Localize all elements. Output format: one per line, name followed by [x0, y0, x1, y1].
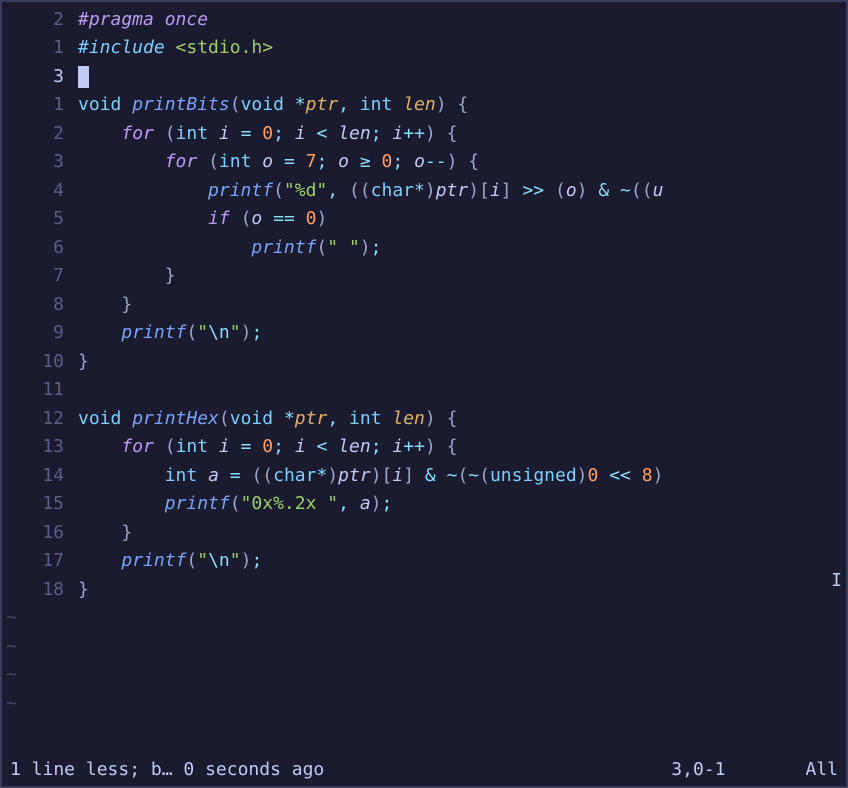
code-line[interactable]: 16 }: [2, 519, 846, 548]
line-number: 6: [2, 234, 78, 263]
code-content[interactable]: for (int i = 0; i < len; i++) {: [78, 433, 846, 462]
code-line[interactable]: 1#include <stdio.h>: [2, 35, 846, 64]
line-number: 9: [2, 319, 78, 348]
code-line[interactable]: 14 int a = ((char*)ptr)[i] & ~(~(unsigne…: [2, 462, 846, 491]
line-number: 2: [2, 6, 78, 35]
code-line[interactable]: 8 }: [2, 291, 846, 320]
code-content[interactable]: int a = ((char*)ptr)[i] & ~(~(unsigned)0…: [78, 462, 846, 491]
line-number: 1: [2, 91, 78, 120]
code-line[interactable]: 17 printf("\n");: [2, 548, 846, 577]
line-number: 3: [2, 63, 78, 92]
code-content[interactable]: #pragma once: [78, 6, 846, 35]
code-line[interactable]: 6 printf(" ");: [2, 234, 846, 263]
code-line[interactable]: 5 if (o == 0): [2, 206, 846, 235]
code-content[interactable]: printf("%d", ((char*)ptr)[i] >> (o) & ~(…: [78, 177, 846, 206]
cursor-icon: [78, 66, 89, 88]
code-line[interactable]: 2 for (int i = 0; i < len; i++) {: [2, 120, 846, 149]
line-number: 8: [2, 291, 78, 320]
code-content[interactable]: if (o == 0): [78, 205, 846, 234]
scroll-indicator: All: [805, 756, 838, 785]
line-number: 15: [2, 490, 78, 519]
empty-line-tilde: ~: [2, 633, 846, 662]
line-number: 5: [2, 205, 78, 234]
line-number: 14: [2, 462, 78, 491]
code-line[interactable]: 1void printBits(void *ptr, int len) {: [2, 92, 846, 121]
line-number: 3: [2, 148, 78, 177]
code-line[interactable]: 9 printf("\n");: [2, 320, 846, 349]
line-number: 2: [2, 120, 78, 149]
code-line[interactable]: 3 for (int o = 7; o ≥ 0; o--) {: [2, 149, 846, 178]
code-line[interactable]: 7 }: [2, 263, 846, 292]
line-number: 4: [2, 177, 78, 206]
code-line[interactable]: 10}: [2, 348, 846, 377]
code-line[interactable]: 13 for (int i = 0; i < len; i++) {: [2, 434, 846, 463]
code-content[interactable]: }: [78, 262, 846, 291]
line-number: 18: [2, 576, 78, 605]
code-line[interactable]: 11: [2, 377, 846, 406]
code-content[interactable]: printf(" ");: [78, 234, 846, 263]
code-content[interactable]: }: [78, 576, 846, 605]
line-number: 1: [2, 34, 78, 63]
empty-line-tilde: ~: [2, 662, 846, 691]
code-line[interactable]: 12void printHex(void *ptr, int len) {: [2, 405, 846, 434]
line-number: 11: [2, 376, 78, 405]
status-message: 1 line less; b… 0 seconds ago: [10, 756, 324, 785]
code-content[interactable]: printf("0x%.2x ", a);: [78, 490, 846, 519]
empty-line-tilde: ~: [2, 605, 846, 634]
code-line[interactable]: 4 printf("%d", ((char*)ptr)[i] >> (o) & …: [2, 177, 846, 206]
status-bar: 1 line less; b… 0 seconds ago 3,0-1 All: [2, 754, 846, 786]
text-cursor-icon: I: [831, 567, 842, 596]
code-content[interactable]: #include <stdio.h>: [78, 34, 846, 63]
code-content[interactable]: }: [78, 291, 846, 320]
code-content[interactable]: printf("\n");: [78, 547, 846, 576]
line-number: 17: [2, 547, 78, 576]
line-number: 7: [2, 262, 78, 291]
empty-line-tilde: ~: [2, 690, 846, 719]
line-number: 12: [2, 405, 78, 434]
line-number: 10: [2, 348, 78, 377]
code-content[interactable]: for (int i = 0; i < len; i++) {: [78, 120, 846, 149]
code-content[interactable]: printf("\n");: [78, 319, 846, 348]
cursor-position: 3,0-1: [671, 756, 805, 785]
code-line[interactable]: 18}: [2, 576, 846, 605]
code-content[interactable]: for (int o = 7; o ≥ 0; o--) {: [78, 148, 846, 177]
code-line[interactable]: 3: [2, 63, 846, 92]
line-number: 13: [2, 433, 78, 462]
code-line[interactable]: 15 printf("0x%.2x ", a);: [2, 491, 846, 520]
editor-area[interactable]: 2#pragma once1#include <stdio.h>31void p…: [2, 2, 846, 723]
code-content[interactable]: void printBits(void *ptr, int len) {: [78, 91, 846, 120]
code-content[interactable]: }: [78, 348, 846, 377]
line-number: 16: [2, 519, 78, 548]
code-line[interactable]: 2#pragma once: [2, 6, 846, 35]
code-content[interactable]: }: [78, 519, 846, 548]
code-content[interactable]: [78, 63, 846, 92]
code-content[interactable]: void printHex(void *ptr, int len) {: [78, 405, 846, 434]
